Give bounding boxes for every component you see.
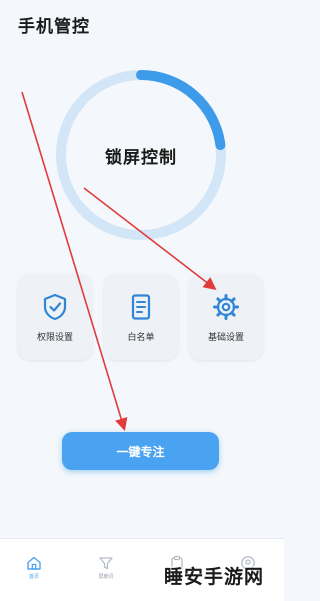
arrow-to-focus-button [21, 91, 128, 432]
annotation-arrows [21, 91, 217, 432]
arrow-to-basic-settings [83, 187, 217, 290]
site-watermark: 睡安手游网 [164, 566, 265, 588]
